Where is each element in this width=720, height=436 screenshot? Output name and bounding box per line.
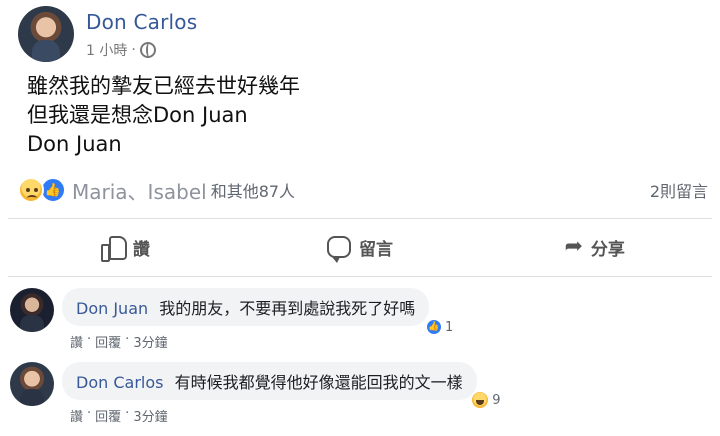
- comment-time[interactable]: 3分鐘: [133, 406, 167, 425]
- comment-bubble: Don Juan 我的朋友，不要再到處說我死了好嗎 👍 1: [62, 288, 453, 336]
- post-meta: 1 小時 ·: [86, 40, 197, 60]
- post-line-3: Don Juan: [27, 132, 122, 156]
- thumbs-up-icon: [100, 236, 127, 262]
- comment-item: Don Juan 我的朋友，不要再到處說我死了好嗎 👍 1 讚 · 回覆 · 3…: [10, 288, 453, 351]
- comment-time[interactable]: 3分鐘: [133, 332, 167, 351]
- comment-body: Don Juan 我的朋友，不要再到處說我死了好嗎 👍 1 讚 · 回覆 · 3…: [62, 288, 453, 351]
- comment-bubble-icon: [327, 236, 351, 263]
- post-time[interactable]: 1 小時: [86, 40, 127, 60]
- post-line-2: 但我還是想念Don Juan: [27, 103, 248, 127]
- commenter-avatar[interactable]: [10, 362, 54, 406]
- reactor-names[interactable]: Maria、Isabel: [72, 176, 207, 205]
- like-label: 讚: [132, 239, 150, 260]
- comment-reactions[interactable]: 9: [470, 390, 501, 410]
- author-name[interactable]: Don Carlos: [86, 10, 197, 34]
- reaction-icons[interactable]: 👍: [18, 177, 66, 203]
- post-line-1: 雖然我的摯友已經去世好幾年: [27, 74, 300, 98]
- comment-author[interactable]: Don Juan: [76, 299, 148, 318]
- like-reaction-icon: 👍: [424, 318, 443, 336]
- globe-icon[interactable]: [139, 42, 156, 58]
- comment-text: 我的朋友，不要再到處說我死了好嗎: [159, 299, 416, 318]
- comment-body: Don Carlos 有時候我都覺得他好像還能回我的文一樣 9 讚 · 回覆 ·…: [62, 362, 501, 425]
- haha-reaction-icon: [470, 390, 491, 410]
- share-button[interactable]: ➦ 分享: [477, 226, 712, 268]
- share-label: 分享: [590, 239, 625, 260]
- comment-reply-link[interactable]: 回覆: [95, 332, 121, 351]
- comment-reaction-count: 9: [492, 392, 501, 408]
- post-header: Don Carlos 1 小時 ·: [18, 6, 197, 62]
- comment-text: 有時候我都覺得他好像還能回我的文一樣: [174, 373, 463, 392]
- like-button[interactable]: 讚: [8, 226, 243, 268]
- sad-reaction-icon: [18, 177, 44, 203]
- commenter-avatar[interactable]: [10, 288, 54, 332]
- meta-separator: ·: [131, 42, 136, 58]
- comment-reaction-count: 1: [444, 319, 454, 335]
- comment-actions: 讚 · 回覆 · 3分鐘: [70, 332, 168, 351]
- post-text: 雖然我的摯友已經去世好幾年 但我還是想念Don Juan Don Juan: [27, 72, 300, 159]
- comment-like-link[interactable]: 讚: [70, 406, 83, 425]
- comment-bubble: Don Carlos 有時候我都覺得他好像還能回我的文一樣 9: [62, 362, 501, 410]
- author-block: Don Carlos 1 小時 ·: [86, 10, 197, 60]
- comment-count[interactable]: 2則留言: [650, 178, 708, 202]
- comment-like-link[interactable]: 讚: [70, 332, 83, 351]
- reactor-others[interactable]: 和其他87人: [211, 178, 295, 202]
- reactions-row: 👍 Maria、Isabel 和其他87人 2則留言: [18, 170, 708, 210]
- comment-label: 留言: [359, 239, 393, 260]
- share-arrow-icon: ➦: [564, 234, 583, 259]
- comment-author[interactable]: Don Carlos: [76, 373, 163, 392]
- comment-reply-link[interactable]: 回覆: [95, 406, 121, 425]
- action-bar: 讚 留言 ➦ 分享: [8, 226, 712, 268]
- comment-actions: 讚 · 回覆 · 3分鐘: [70, 406, 168, 425]
- comment-button[interactable]: 留言: [243, 226, 478, 268]
- divider: [8, 276, 712, 277]
- comment-item: Don Carlos 有時候我都覺得他好像還能回我的文一樣 9 讚 · 回覆 ·…: [10, 362, 501, 425]
- comment-reactions[interactable]: 👍 1: [424, 318, 454, 336]
- author-avatar[interactable]: [18, 6, 74, 62]
- divider: [8, 218, 712, 219]
